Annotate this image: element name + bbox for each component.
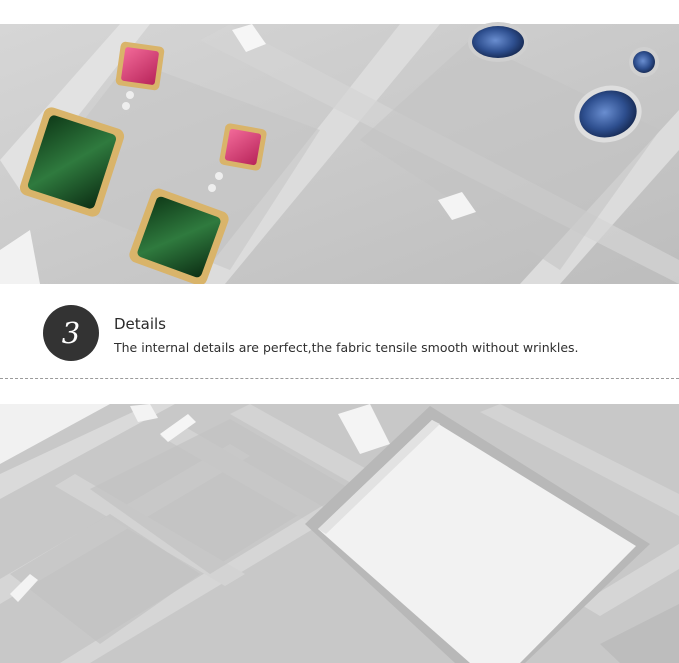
section-title: Details — [114, 315, 167, 333]
middle-divider — [0, 378, 679, 379]
tray-illustration-top — [0, 22, 679, 284]
photo-tray-card-insert — [0, 404, 679, 663]
photo-earrings-tray — [0, 0, 679, 284]
step-number-badge: 3 — [43, 305, 99, 361]
tray-illustration-bottom — [0, 404, 679, 663]
section-description: The internal details are perfect,the fab… — [114, 340, 579, 355]
